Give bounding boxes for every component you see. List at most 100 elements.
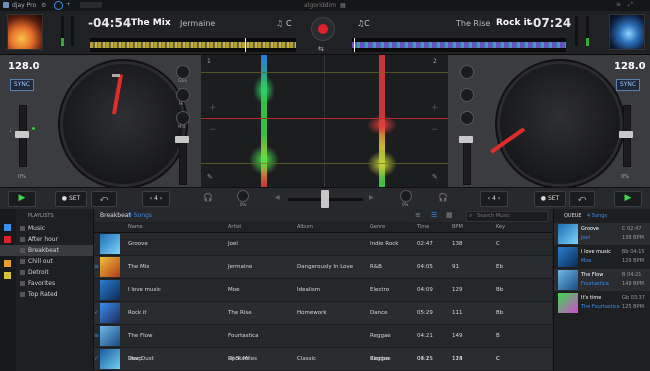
- left-pitch-indicator: [32, 127, 35, 130]
- right-mid-knob[interactable]: [460, 111, 474, 125]
- grid-view-icon[interactable]: ▦: [446, 211, 453, 219]
- col-name[interactable]: Name: [128, 224, 143, 230]
- playlist-label: Breakbeat: [28, 247, 59, 254]
- left-sync-button[interactable]: SYNC: [10, 79, 34, 91]
- playlist-item[interactable]: Top Rated: [0, 289, 93, 300]
- left-bpm-menu-icon[interactable]: ▾: [37, 63, 40, 69]
- left-headphones-icon[interactable]: 🎧: [203, 193, 213, 202]
- app-icon: [3, 2, 9, 8]
- left-channel-fader[interactable]: [175, 136, 189, 185]
- col-album[interactable]: Album: [297, 224, 313, 230]
- album-art: [100, 234, 120, 254]
- table-row[interactable]: ≡ The Flow Fourtastica Reggae 04:21 149 …: [94, 325, 552, 348]
- playlist-item[interactable]: Favorites: [0, 278, 93, 289]
- add-icon[interactable]: +: [66, 1, 71, 8]
- playlist-label: Music: [28, 225, 46, 232]
- table-row[interactable]: I love music Moe Idealism Electro 04:09 …: [94, 279, 552, 302]
- record-mode-icon[interactable]: [54, 1, 63, 10]
- right-play-button[interactable]: ▶: [614, 191, 642, 207]
- left-loop-length[interactable]: ‹ 4 ›: [142, 191, 170, 207]
- playlist-item[interactable]: Music: [0, 223, 93, 234]
- left-bpm: 128.0: [8, 61, 40, 72]
- playlist-item[interactable]: Chill out: [0, 256, 93, 267]
- right-cover-art[interactable]: [609, 14, 645, 50]
- track-genre: R&B: [370, 264, 382, 270]
- col-genre[interactable]: Genre: [370, 224, 385, 230]
- track-bpm: 111: [452, 310, 463, 316]
- left-edit-icon[interactable]: ✎: [207, 173, 213, 181]
- table-row[interactable]: ≡ The Mix Jermaine Dangerously In Love R…: [94, 256, 552, 279]
- left-loop-value: 4: [154, 195, 158, 202]
- right-cue-set-button[interactable]: ● SET: [534, 191, 566, 207]
- col-bpm[interactable]: BPM: [452, 224, 463, 230]
- left-filter-knob[interactable]: [237, 190, 249, 202]
- left-play-button[interactable]: ▶: [8, 191, 36, 207]
- left-loop-button[interactable]: ⤺: [91, 191, 117, 207]
- right-bpm-menu-icon[interactable]: ▾: [642, 63, 645, 69]
- left-pitch-icon: ♩: [9, 127, 12, 134]
- record-button[interactable]: [311, 17, 335, 41]
- right-zoom-out-icon[interactable]: −: [431, 125, 439, 135]
- left-gain-knob[interactable]: [176, 65, 190, 79]
- right-zoom-in-icon[interactable]: +: [431, 103, 439, 113]
- left-cover-art[interactable]: [7, 14, 43, 50]
- crossfader-right-icon[interactable]: ▶: [369, 194, 374, 201]
- left-zoom-out-icon[interactable]: −: [209, 125, 217, 135]
- detail-view-icon[interactable]: ☰: [431, 211, 437, 219]
- right-hi-knob[interactable]: [460, 88, 474, 102]
- search-field[interactable]: ⌕ Search Music: [466, 211, 548, 222]
- col-time[interactable]: Time: [417, 224, 429, 230]
- queue-count-dropdown[interactable]: 4 Songs: [587, 213, 607, 219]
- right-overview-waveform[interactable]: [352, 38, 566, 52]
- col-artist[interactable]: Artist: [228, 224, 241, 230]
- fullscreen-icon[interactable]: ⤢: [628, 1, 633, 9]
- queue-item[interactable]: I love music Moe Bb 04:15 129 BPM: [554, 246, 650, 268]
- swap-decks-icon[interactable]: ⇆: [318, 45, 324, 53]
- left-hi-knob[interactable]: [176, 88, 190, 102]
- playlist-item[interactable]: After hour: [0, 234, 93, 245]
- track-time: 02:47: [417, 241, 433, 247]
- table-row[interactable]: ✓ Rock it The Rise Homework Dance 05:29 …: [94, 302, 552, 325]
- right-headphones-icon[interactable]: 🎧: [438, 193, 448, 202]
- crossfader-left-icon[interactable]: ◀: [275, 194, 280, 201]
- playlist-item[interactable]: Detroit: [0, 267, 93, 278]
- settings-icon[interactable]: ⚙: [41, 2, 46, 9]
- left-mid-knob[interactable]: [176, 111, 190, 125]
- track-bpm: 138: [452, 241, 463, 247]
- right-loop-length[interactable]: ‹ 4 ›: [480, 191, 508, 207]
- left-zoom-in-icon[interactable]: +: [209, 103, 217, 113]
- album-art: [100, 303, 120, 323]
- left-turntable[interactable]: [58, 59, 188, 189]
- deck-one-marker: 1: [207, 58, 211, 65]
- right-set-label: SET: [547, 195, 560, 202]
- right-channel-fader[interactable]: [459, 136, 473, 185]
- right-sync-button[interactable]: SYNC: [616, 79, 640, 91]
- right-pitch-slider[interactable]: [619, 105, 633, 167]
- table-row[interactable]: Groove Joel Indie Rock 02:47 138 C: [94, 233, 552, 256]
- menu-icon[interactable]: ≡: [616, 1, 621, 8]
- grid-icon[interactable]: ▦: [340, 2, 346, 9]
- right-loop-button[interactable]: ⤺: [569, 191, 595, 207]
- right-edit-icon[interactable]: ✎: [432, 173, 438, 181]
- list-view-icon[interactable]: ≡: [415, 211, 421, 219]
- right-filter-knob[interactable]: [400, 190, 412, 202]
- left-gain-label: Gain: [178, 78, 188, 83]
- song-count-dropdown[interactable]: 9 Songs: [128, 212, 152, 219]
- right-gain-knob[interactable]: [460, 65, 474, 79]
- table-row[interactable]: ✓ Deep Rock Miles Reggae 03:15 124 C: [94, 348, 552, 371]
- queue-item[interactable]: Groove Joel C 02:47 138 BPM: [554, 223, 650, 245]
- playlist-item-selected[interactable]: Breakbeat: [0, 245, 93, 256]
- track-time: 04:09: [417, 287, 433, 293]
- view-toggle[interactable]: [80, 2, 102, 8]
- left-pitch-slider[interactable]: [15, 105, 29, 167]
- left-overview-waveform[interactable]: [90, 38, 296, 52]
- right-turntable[interactable]: [490, 59, 625, 189]
- left-cue-set-button[interactable]: ● SET: [55, 191, 87, 207]
- queue-item[interactable]: It's time The Fourtastica Gb 03:37 125 B…: [554, 292, 650, 314]
- crossfader[interactable]: [288, 190, 363, 208]
- track-album: Idealism: [297, 287, 321, 293]
- queue-item[interactable]: The Flow Fourtastica B 04:21 149 BPM: [554, 269, 650, 291]
- waveform-view[interactable]: 1 2 + − + − ✎ ✎: [201, 55, 448, 187]
- track-genre: Dance: [370, 310, 388, 316]
- col-key[interactable]: Key: [496, 224, 505, 230]
